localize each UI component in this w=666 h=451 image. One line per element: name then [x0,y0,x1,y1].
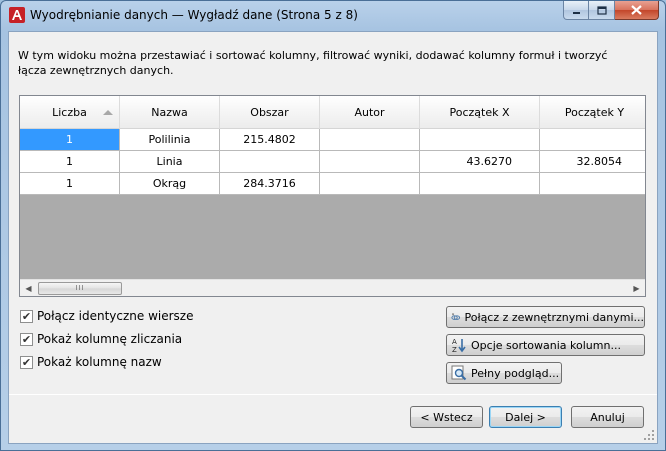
column-header-label: Autor [354,106,385,119]
table-cell[interactable] [420,173,540,195]
link-external-data-button[interactable]: Połącz z zewnętrznymi danymi... [446,306,645,328]
table-cell[interactable]: Okrąg [120,173,220,195]
svg-text:Z: Z [452,346,457,353]
link-data-icon [451,313,461,320]
table-cell[interactable]: 43.6270 [420,151,540,173]
minimize-icon [572,11,580,14]
grid-header: Liczba Nazwa Obszar Autor Początek X Poc… [20,96,645,129]
table-row[interactable]: 1 Linia 43.6270 32.8054 [20,151,645,173]
column-header-label: Nazwa [151,106,188,119]
column-header-label: Liczba [52,106,87,119]
column-header-obszar[interactable]: Obszar [220,96,320,129]
table-cell[interactable]: 32.8054 [540,151,645,173]
column-header-liczba[interactable]: Liczba [20,96,120,129]
button-label: Opcje sortowania kolumn... [471,338,621,352]
window-title: Wyodrębnianie danych — Wygładź dane (Str… [30,8,358,22]
maximize-icon [596,5,607,15]
column-header-nazwa[interactable]: Nazwa [120,96,220,129]
sort-ascending-icon [103,110,113,115]
table-cell[interactable] [220,151,320,173]
column-header-label: Obszar [250,106,289,119]
checkbox-checked-icon: ✔ [20,355,33,369]
minimize-button[interactable] [563,1,589,20]
combine-rows-checkbox[interactable]: ✔ Połącz identyczne wiersze [20,308,193,324]
table-cell[interactable] [320,151,420,173]
column-header-poczatek-x[interactable]: Początek X [420,96,540,129]
triangle-right-icon: ▶ [633,284,640,293]
table-cell[interactable] [320,129,420,151]
button-label: Anuluj [590,410,625,424]
button-label: < Wstecz [420,410,473,424]
next-button[interactable]: Dalej > [489,406,562,428]
svg-text:A: A [452,338,457,346]
table-cell[interactable] [320,173,420,195]
resize-grip-icon[interactable] [643,429,655,441]
sort-az-icon: A Z [452,338,466,353]
sort-options-button[interactable]: A Z Opcje sortowania kolumn... [446,334,645,356]
caption-buttons [563,1,659,21]
dialog-client-area: W tym widoku można przestawiać i sortowa… [8,31,658,444]
table-cell[interactable]: Polilinia [120,129,220,151]
close-button[interactable] [615,1,659,20]
table-cell[interactable]: 1 [20,151,120,173]
column-header-autor[interactable]: Autor [320,96,420,129]
full-preview-button[interactable]: Pełny podgląd... [446,362,562,384]
checkbox-label: Pokaż kolumnę nazw [37,355,162,369]
table-cell[interactable] [420,129,540,151]
data-grid[interactable]: Liczba Nazwa Obszar Autor Początek X Poc… [19,95,646,297]
preview-magnifier-icon [451,365,467,381]
cancel-button[interactable]: Anuluj [571,406,644,428]
triangle-left-icon: ◀ [25,284,32,293]
table-cell[interactable]: 1 [20,173,120,195]
checkbox-label: Połącz identyczne wiersze [37,309,194,323]
footer-separator [9,394,657,395]
table-cell[interactable]: 215.4802 [220,129,320,151]
page-description: W tym widoku można przestawiać i sortowa… [18,49,608,77]
table-cell[interactable]: 284.3716 [220,173,320,195]
maximize-button[interactable] [589,1,615,20]
back-button[interactable]: < Wstecz [410,406,483,428]
scroll-right-button[interactable]: ▶ [628,280,645,296]
table-cell[interactable] [540,129,645,151]
scroll-thumb[interactable]: III [38,282,122,295]
title-bar[interactable]: Wyodrębnianie danych — Wygładź dane (Str… [1,1,665,31]
autocad-logo-icon [9,7,25,23]
button-label: Pełny podgląd... [471,366,560,380]
scroll-left-button[interactable]: ◀ [20,280,37,296]
button-label: Połącz z zewnętrznymi danymi... [464,310,644,324]
table-row[interactable]: 1 Polilinia 215.4802 [20,129,645,151]
column-header-label: Początek Y [564,106,625,119]
table-cell[interactable]: Linia [120,151,220,173]
show-count-checkbox[interactable]: ✔ Pokaż kolumnę zliczania [20,331,182,347]
checkbox-label: Pokaż kolumnę zliczania [37,332,183,346]
close-icon [631,5,642,15]
button-label: Dalej > [505,410,546,424]
table-cell[interactable] [540,173,645,195]
table-cell[interactable]: 1 [20,129,120,151]
checkbox-checked-icon: ✔ [20,309,33,323]
column-header-poczatek-y[interactable]: Początek Y [540,96,645,129]
horizontal-scrollbar[interactable]: ◀ III ▶ [20,279,645,296]
dialog-window: Wyodrębnianie danych — Wygładź dane (Str… [0,0,666,451]
column-header-label: Początek X [449,106,510,119]
checkbox-checked-icon: ✔ [20,332,33,346]
show-name-checkbox[interactable]: ✔ Pokaż kolumnę nazw [20,354,162,370]
table-row[interactable]: 1 Okrąg 284.3716 [20,173,645,195]
scroll-grip: III [75,285,85,292]
